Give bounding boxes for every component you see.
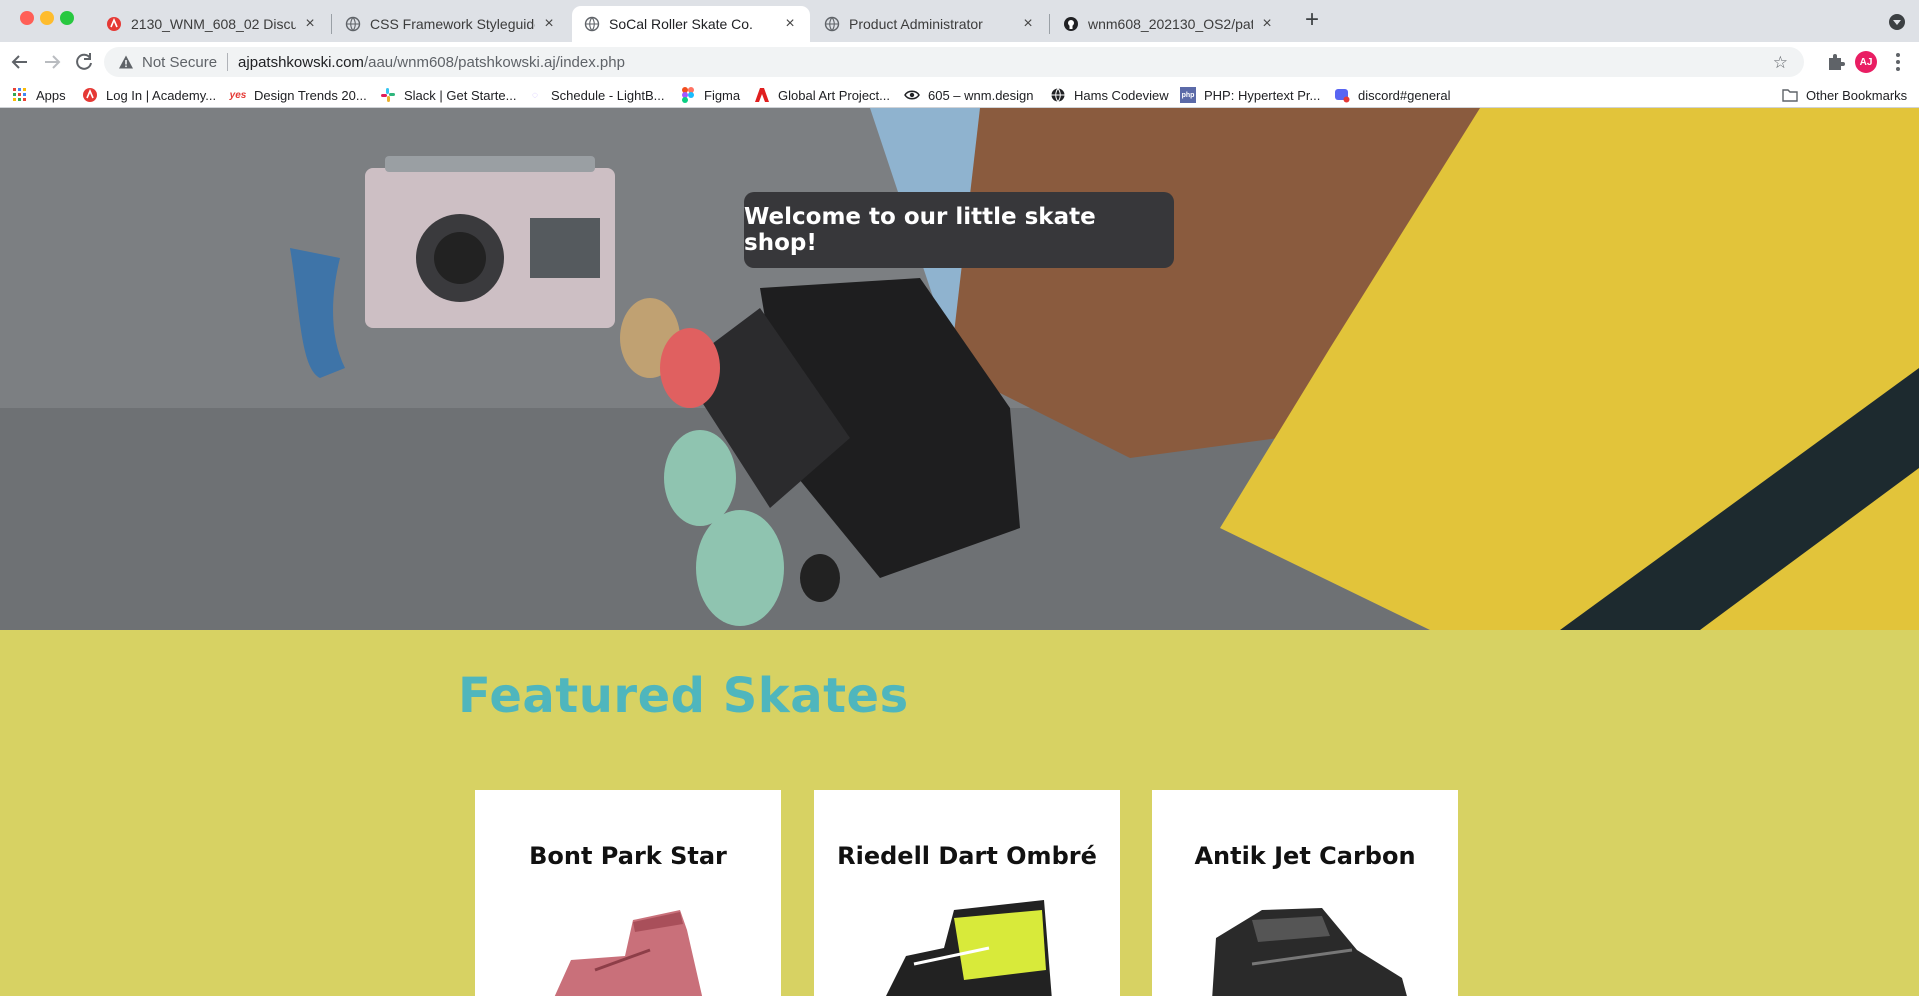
- bookmark-label: discord#general: [1358, 87, 1451, 103]
- url-divider: [227, 53, 229, 71]
- bookmark-label: Figma: [704, 87, 741, 103]
- bookmark-label: Other Bookmarks: [1806, 87, 1908, 103]
- folder-icon: [1782, 87, 1798, 103]
- bookmark-label: Apps: [36, 87, 66, 103]
- hero-skaters-photo: [0, 108, 1919, 630]
- extensions-button[interactable]: [1824, 50, 1848, 74]
- browser-toolbar: Not Secure ajpatshkowski.com /aau/wnm608…: [0, 42, 1919, 82]
- tab-search-icon[interactable]: [1889, 14, 1905, 30]
- bookmark-hams-codeview[interactable]: Hams Codeview: [1050, 86, 1169, 104]
- reload-icon: [76, 53, 92, 70]
- forward-button[interactable]: [38, 48, 66, 76]
- bookmark-academy-login[interactable]: Log In | Academy...: [82, 86, 216, 104]
- product-card[interactable]: Bont Park Star: [475, 790, 781, 996]
- product-card[interactable]: Antik Jet Carbon: [1152, 790, 1458, 996]
- globe-icon: [1050, 87, 1066, 103]
- window-zoom-button[interactable]: [60, 11, 74, 25]
- figma-icon: [680, 87, 696, 103]
- bookmark-label: Design Trends 20...: [254, 87, 367, 103]
- window-minimize-button[interactable]: [40, 11, 54, 25]
- github-icon: [1063, 16, 1079, 32]
- tab-divider: [1049, 14, 1050, 34]
- tab-strip: 2130_WNM_608_02 Discussio × CSS Framewor…: [0, 0, 1919, 42]
- bookmark-design-trends[interactable]: yes Design Trends 20...: [230, 86, 367, 104]
- tab-product-administrator[interactable]: Product Administrator ×: [812, 6, 1048, 42]
- puzzle-icon: [1829, 54, 1845, 70]
- tab-css-framework[interactable]: CSS Framework Styleguide ×: [333, 6, 569, 42]
- tab-title: wnm608_202130_OS2/patshk: [1088, 16, 1253, 32]
- yes-icon: yes: [229, 89, 247, 101]
- php-icon: php: [1180, 87, 1196, 103]
- window-close-button[interactable]: [20, 11, 34, 25]
- academy-icon: [82, 87, 98, 103]
- globe-icon: [345, 16, 361, 32]
- bookmark-php[interactable]: php PHP: Hypertext Pr...: [1180, 86, 1320, 104]
- tab-close-icon[interactable]: ×: [1020, 15, 1036, 33]
- tab-socal-roller-skate[interactable]: SoCal Roller Skate Co. ×: [572, 6, 810, 42]
- product-name[interactable]: Antik Jet Carbon: [1152, 842, 1458, 870]
- tab-divider: [331, 14, 332, 34]
- url-path[interactable]: /aau/wnm608/patshkowski.aj/index.php: [364, 54, 625, 71]
- url-host[interactable]: ajpatshkowski.com: [238, 54, 364, 71]
- tab-discussion[interactable]: 2130_WNM_608_02 Discussio ×: [94, 6, 330, 42]
- security-label[interactable]: Not Secure: [142, 54, 217, 71]
- tab-github-repo[interactable]: wnm608_202130_OS2/patshk ×: [1051, 6, 1287, 42]
- tab-title: CSS Framework Styleguide: [370, 16, 535, 32]
- bookmark-discord[interactable]: discord#general: [1334, 86, 1451, 104]
- bookmarks-bar: Apps Log In | Academy... yes Design Tren…: [0, 82, 1919, 108]
- featured-heading: Featured Skates: [458, 668, 909, 724]
- tab-close-icon[interactable]: ×: [1259, 15, 1275, 33]
- slack-icon: [380, 87, 396, 103]
- apps-grid-icon: [12, 87, 28, 103]
- address-bar[interactable]: Not Secure ajpatshkowski.com /aau/wnm608…: [104, 47, 1804, 77]
- bookmark-label: Global Art Project...: [778, 87, 890, 103]
- bookmark-label: Log In | Academy...: [106, 87, 217, 103]
- eye-icon: [904, 87, 920, 103]
- tab-title: SoCal Roller Skate Co.: [609, 16, 753, 32]
- browser-menu-icon[interactable]: [1890, 50, 1906, 74]
- skate-boot-image: [1212, 908, 1407, 996]
- bookmark-label: 605 – wnm.design: [928, 87, 1034, 103]
- bookmark-label: Hams Codeview: [1074, 87, 1169, 103]
- warning-icon[interactable]: [118, 54, 134, 70]
- skate-boot-image: [554, 910, 703, 996]
- profile-avatar[interactable]: AJ: [1855, 51, 1877, 73]
- bookmark-other-folder[interactable]: Other Bookmarks: [1782, 86, 1907, 104]
- bookmark-figma[interactable]: Figma: [680, 86, 740, 104]
- product-name[interactable]: Riedell Dart Ombré: [814, 842, 1120, 870]
- reload-button[interactable]: [70, 48, 98, 76]
- bookmark-apps[interactable]: Apps: [12, 86, 66, 104]
- academy-icon: [106, 16, 122, 32]
- product-name[interactable]: Bont Park Star: [475, 842, 781, 870]
- bookmark-lightbox-schedule[interactable]: ◌ Schedule - LightB...: [527, 86, 664, 104]
- tab-close-icon[interactable]: ×: [782, 15, 798, 33]
- adobe-icon: [754, 87, 770, 103]
- new-tab-button[interactable]: +: [1300, 8, 1324, 33]
- tab-close-icon[interactable]: ×: [541, 15, 557, 33]
- bookmark-wnm-design[interactable]: 605 – wnm.design: [904, 86, 1034, 104]
- lightbox-icon: ◌: [532, 89, 538, 101]
- product-card[interactable]: Riedell Dart Ombré: [814, 790, 1120, 996]
- arrow-right-icon: [45, 55, 61, 69]
- bookmark-label: Schedule - LightB...: [551, 87, 665, 103]
- bookmark-global-art-project[interactable]: Global Art Project...: [754, 86, 890, 104]
- globe-icon: [824, 16, 840, 32]
- bookmark-slack[interactable]: Slack | Get Starte...: [380, 86, 516, 104]
- welcome-banner: Welcome to our little skate shop!: [744, 192, 1174, 268]
- bookmark-star-icon[interactable]: ☆: [1773, 53, 1788, 73]
- tab-close-icon[interactable]: ×: [302, 15, 318, 33]
- skate-boot-image: [886, 900, 1052, 996]
- back-button[interactable]: [6, 48, 34, 76]
- bookmark-label: Slack | Get Starte...: [404, 87, 517, 103]
- globe-icon: [584, 16, 600, 32]
- discord-icon: [1334, 87, 1350, 103]
- arrow-left-icon: [11, 55, 27, 69]
- tab-title: Product Administrator: [849, 16, 983, 32]
- tab-title: 2130_WNM_608_02 Discussio: [131, 16, 296, 32]
- bookmark-label: PHP: Hypertext Pr...: [1204, 87, 1321, 103]
- hero-banner: Welcome to our little skate shop!: [0, 108, 1919, 630]
